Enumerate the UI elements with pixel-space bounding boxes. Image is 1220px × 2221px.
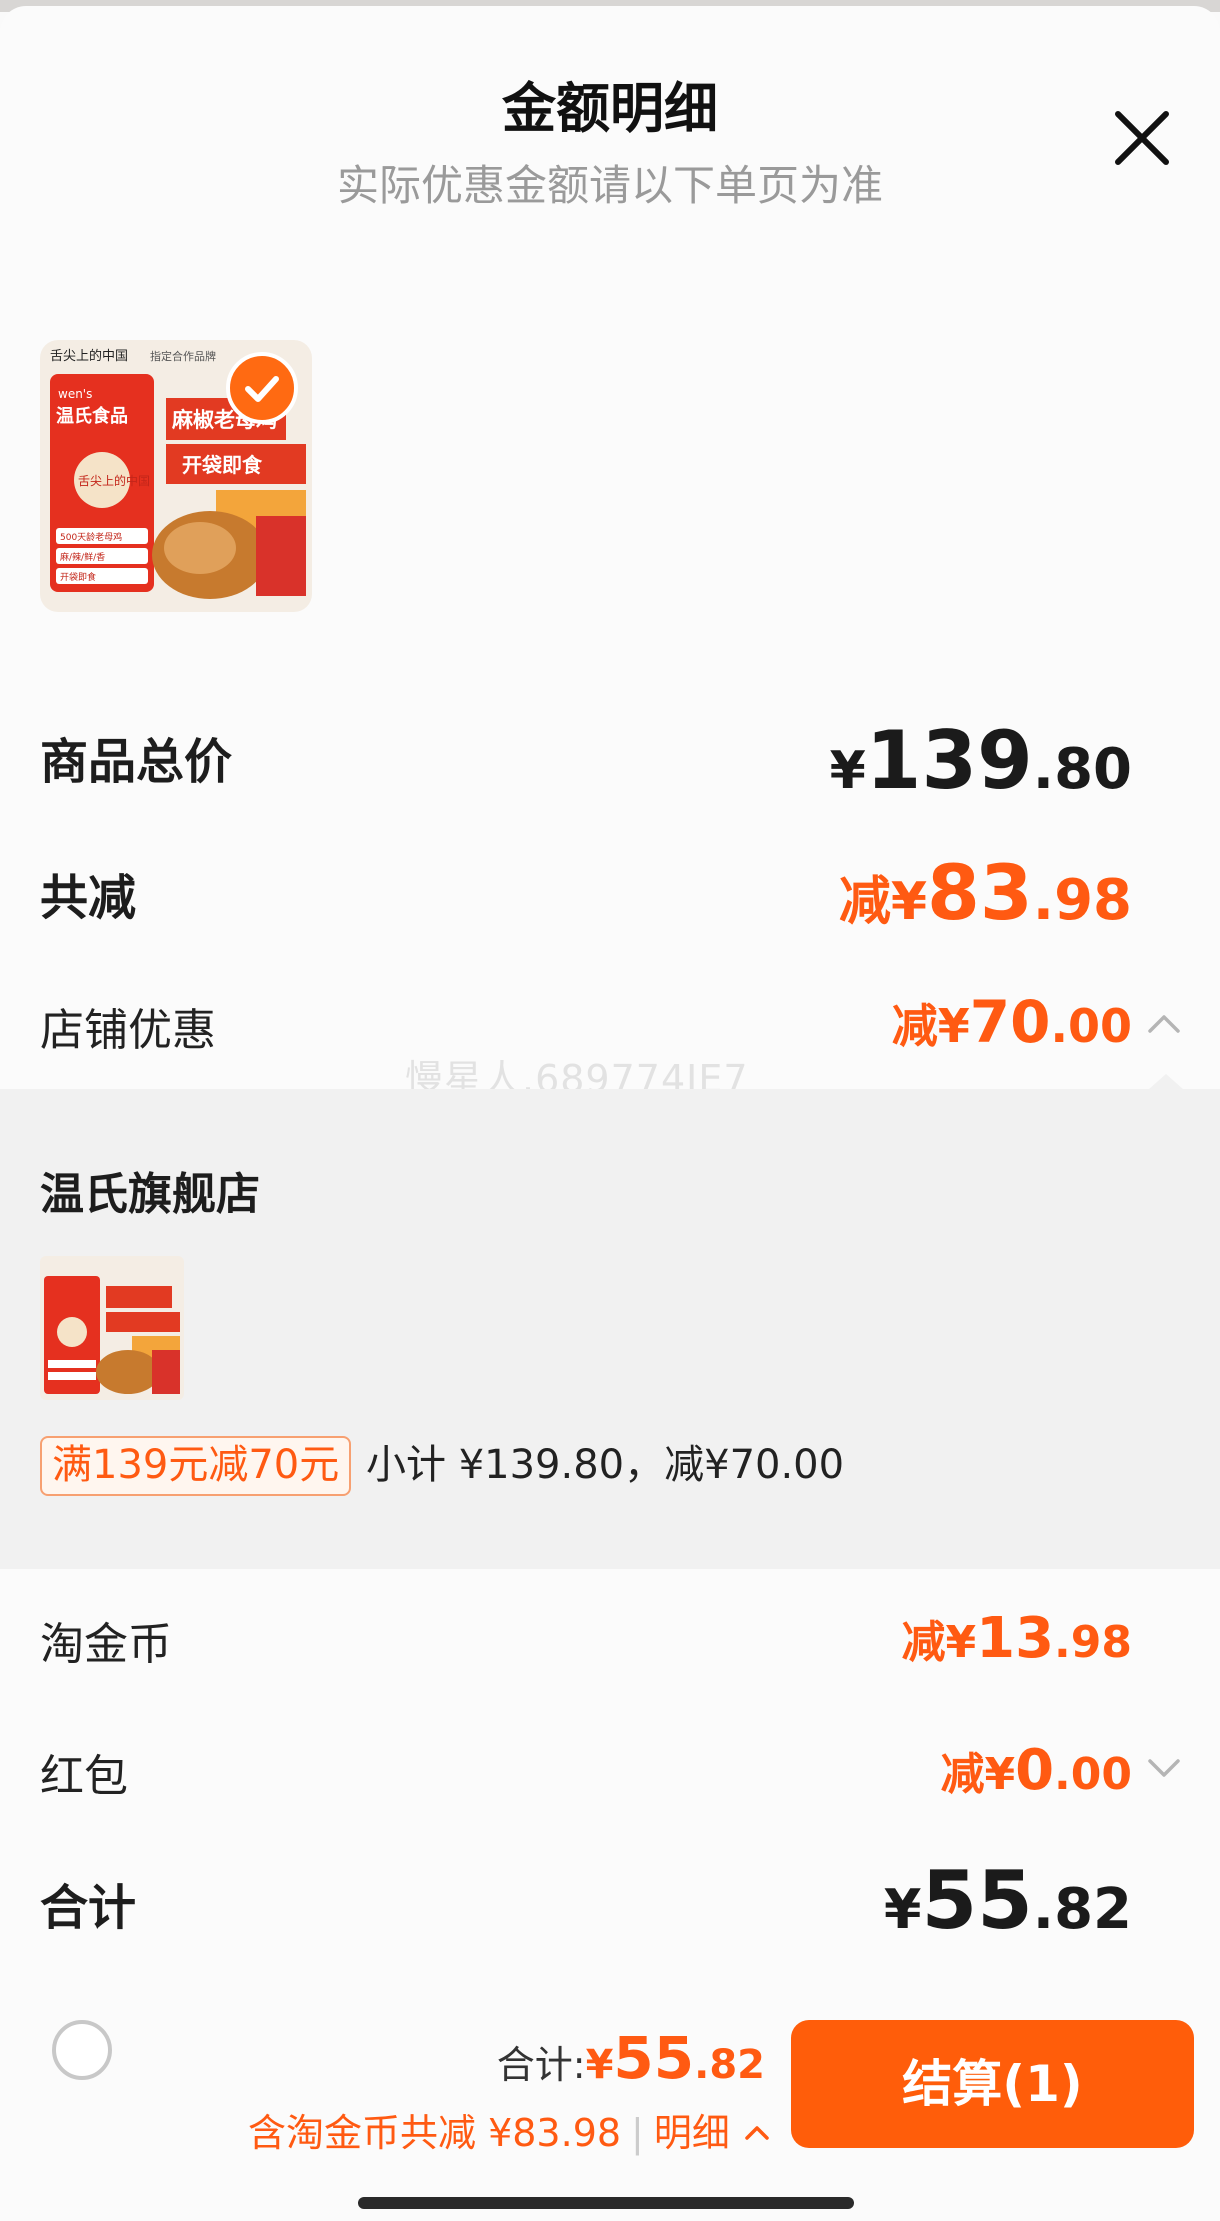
store-discount-label: 店铺优惠 (40, 1005, 216, 1056)
redpacket-amount: 减¥0.00 (940, 1738, 1132, 1803)
bottom-sum-label: 合计: (496, 2043, 586, 2087)
product-img-text: 温氏食品 (56, 405, 128, 427)
sheet-title: 金额明细 (502, 77, 718, 140)
grand-total-label: 合计 (40, 1880, 137, 1936)
row-redpacket[interactable]: 红包 减¥0.00 (40, 1738, 1132, 1804)
product-img-text: wen's (58, 387, 92, 401)
selected-check[interactable] (226, 352, 298, 424)
detail-link[interactable]: 明细 (654, 2111, 730, 2155)
home-indicator (358, 2197, 854, 2209)
checkout-button[interactable]: 结算(1) (791, 2020, 1194, 2148)
chevron-down-icon[interactable] (1144, 1748, 1184, 1788)
divider: | (631, 2111, 644, 2155)
amount-decimal: .82 (1032, 1877, 1132, 1942)
amount-integer: 55 (613, 2024, 695, 2092)
sheet-subtitle: 实际优惠金额请以下单页为准 (336, 161, 883, 210)
amount-integer: 70 (969, 988, 1051, 1056)
row-total-price: 商品总价 ¥139.80 (40, 714, 1132, 807)
grand-total-amount: ¥55.82 (884, 1854, 1132, 1947)
bottom-sum: 合计:¥55.82 (497, 2024, 765, 2092)
row-taojinbi: 淘金币 减¥13.98 (40, 1606, 1132, 1672)
amount-decimal: .98 (1032, 868, 1132, 933)
bottom-discount-line: 含淘金币共减 ¥83.98 | 明细 (248, 2102, 772, 2157)
amount-integer: 13 (976, 1606, 1055, 1671)
amount-decimal: .82 (694, 2042, 765, 2088)
chevron-up-icon[interactable] (1144, 1004, 1184, 1044)
amount-integer: 55 (921, 1854, 1033, 1947)
close-icon[interactable] (1108, 104, 1176, 172)
row-grand-total: 合计 ¥55.82 (40, 1854, 1132, 1952)
product-img-text: 指定合作品牌 (150, 349, 216, 363)
shop-name[interactable]: 温氏旗舰店 (40, 1158, 260, 1222)
amount-integer: 83 (927, 848, 1033, 937)
amount-integer: 139 (865, 714, 1033, 807)
promo-tag: 满139元减70元 (40, 1436, 352, 1496)
amount-decimal: .00 (1054, 1749, 1132, 1800)
amount-integer: 0 (1015, 1738, 1055, 1803)
currency-symbol: ¥ (585, 2042, 614, 2088)
currency-symbol: ¥ (883, 1878, 922, 1941)
check-icon (245, 376, 279, 402)
product-img-text: 舌尖上的中国 (50, 348, 128, 364)
total-price-amount: ¥139.80 (830, 714, 1132, 807)
product-image-small (40, 1256, 184, 1400)
store-product-thumbnail[interactable] (40, 1256, 184, 1400)
row-total-discount: 共减 减¥83.98 (40, 848, 1132, 938)
amount-detail-sheet: 金额明细 实际优惠金额请以下单页为准 舌尖上的中国 指定合作品牌 wen's 温… (0, 6, 1220, 2221)
product-img-text: 开袋即食 (182, 453, 263, 477)
total-discount-amount: 减¥83.98 (839, 848, 1132, 937)
store-subtotal: 小计 ¥139.80，减¥70.00 (366, 1442, 845, 1488)
product-img-text: 500天龄老母鸡 (60, 531, 122, 543)
bottom-discount-text: 含淘金币共减 ¥83.98 (248, 2111, 622, 2155)
taojinbi-label: 淘金币 (40, 1619, 172, 1670)
amount-decimal: .98 (1054, 1617, 1132, 1668)
discount-prefix: 减¥ (891, 999, 970, 1053)
currency-symbol: ¥ (829, 741, 866, 801)
product-img-text: 麻/辣/鲜/香 (60, 551, 105, 563)
taojinbi-amount: 减¥13.98 (901, 1606, 1132, 1671)
redpacket-label: 红包 (40, 1751, 128, 1802)
product-img-text: 舌尖上的中国 (78, 473, 150, 488)
amount-decimal: .00 (1050, 999, 1133, 1053)
panel-pointer (1148, 1074, 1184, 1090)
chevron-up-icon[interactable] (742, 2118, 772, 2148)
select-all-radio[interactable] (52, 2020, 112, 2080)
discount-prefix: 减¥ (838, 872, 928, 932)
total-discount-label: 共减 (40, 870, 137, 926)
discount-prefix: 减¥ (901, 1617, 977, 1668)
total-price-label: 商品总价 (40, 734, 233, 790)
discount-prefix: 减¥ (940, 1749, 1016, 1800)
store-discount-amount: 减¥70.00 (892, 988, 1132, 1056)
product-img-text: 开袋即食 (60, 571, 96, 583)
amount-decimal: .80 (1032, 737, 1132, 802)
